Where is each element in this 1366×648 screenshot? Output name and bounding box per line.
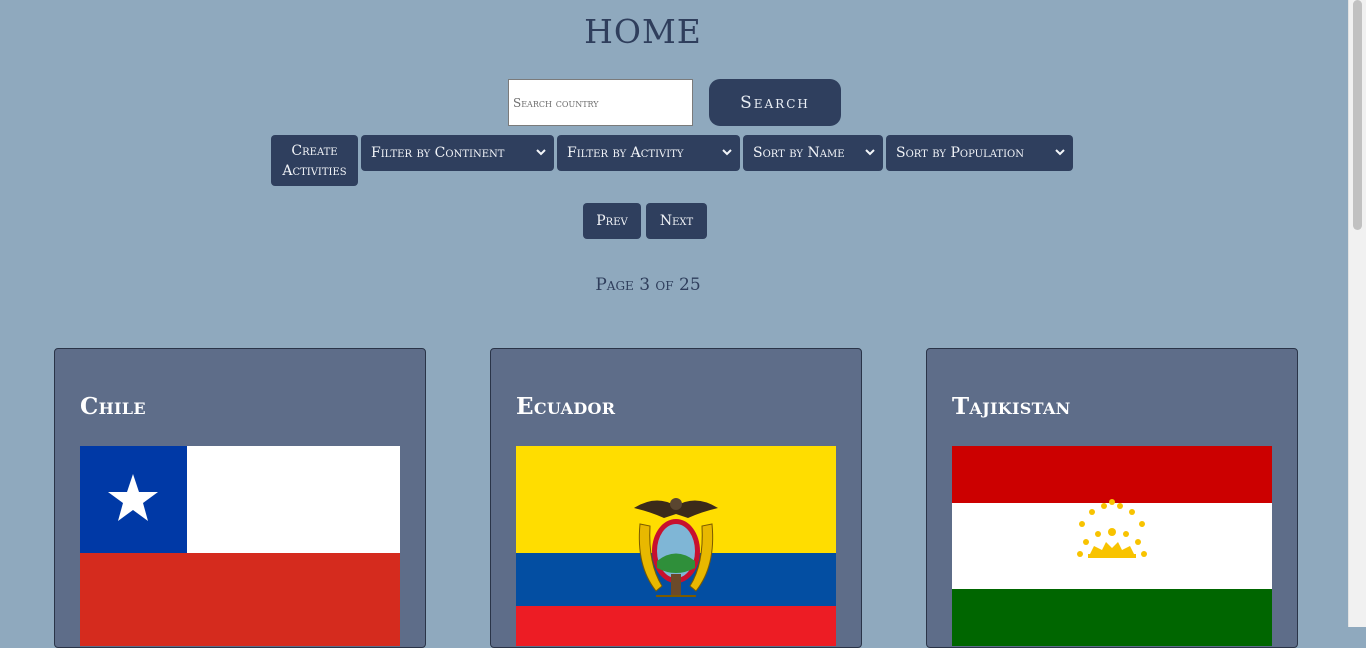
sort-population-label: Sort by Population bbox=[896, 145, 1024, 161]
home-page: HOME Search Create Activities Filter by … bbox=[0, 0, 1349, 648]
chile-flag-icon bbox=[80, 446, 400, 646]
country-name: Tajikistan bbox=[952, 393, 1071, 420]
chevron-down-icon bbox=[1055, 148, 1065, 159]
chevron-down-icon bbox=[865, 148, 875, 159]
prev-button[interactable]: Prev bbox=[583, 203, 641, 239]
sort-population-select[interactable]: Sort by Population bbox=[886, 135, 1073, 171]
sort-name-select[interactable]: Sort by Name bbox=[743, 135, 883, 171]
create-activities-button[interactable]: Create Activities bbox=[271, 135, 358, 186]
tajikistan-flag-icon bbox=[952, 446, 1272, 646]
country-card-chile[interactable]: Chile bbox=[54, 348, 426, 648]
filter-activity-select[interactable]: Filter by Activity bbox=[557, 135, 740, 171]
ecuador-flag-icon bbox=[516, 446, 836, 646]
country-card-ecuador[interactable]: Ecuador bbox=[490, 348, 862, 648]
chevron-down-icon bbox=[536, 148, 546, 159]
sort-name-label: Sort by Name bbox=[753, 145, 845, 161]
country-name: Chile bbox=[80, 393, 146, 420]
create-label-line1: Create bbox=[291, 142, 338, 159]
filter-continent-label: Filter by Continent bbox=[371, 145, 505, 161]
create-label-line2: Activities bbox=[282, 162, 347, 179]
chevron-down-icon bbox=[722, 148, 732, 159]
page-indicator: Page 3 of 25 bbox=[595, 275, 701, 295]
scrollbar[interactable] bbox=[1348, 0, 1366, 627]
search-input[interactable] bbox=[508, 79, 693, 126]
filter-activity-label: Filter by Activity bbox=[567, 145, 684, 161]
search-button[interactable]: Search bbox=[709, 79, 841, 126]
page-title: HOME bbox=[584, 12, 702, 51]
country-name: Ecuador bbox=[516, 393, 616, 420]
country-card-tajikistan[interactable]: Tajikistan bbox=[926, 348, 1298, 648]
scroll-thumb[interactable] bbox=[1353, 0, 1362, 230]
filter-continent-select[interactable]: Filter by Continent bbox=[361, 135, 554, 171]
next-button[interactable]: Next bbox=[646, 203, 707, 239]
